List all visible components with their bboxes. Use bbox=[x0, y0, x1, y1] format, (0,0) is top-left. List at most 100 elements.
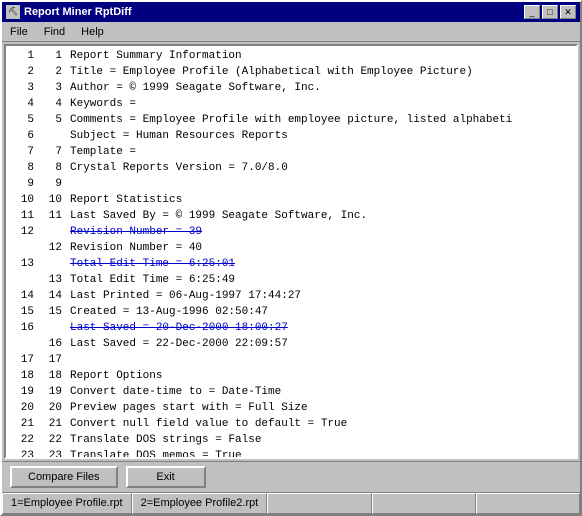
line-num-inner bbox=[38, 128, 62, 144]
menu-help[interactable]: Help bbox=[77, 25, 108, 39]
line-text: Report Statistics bbox=[70, 192, 182, 208]
line-num-outer: 10 bbox=[10, 192, 34, 208]
status-empty2 bbox=[372, 493, 476, 514]
menu-find[interactable]: Find bbox=[40, 25, 69, 39]
line-num-outer: 3 bbox=[10, 80, 34, 96]
line-num-inner: 19 bbox=[38, 384, 62, 400]
table-row: 1111Last Saved By = © 1999 Seagate Softw… bbox=[10, 208, 572, 224]
line-num-inner: 8 bbox=[38, 160, 62, 176]
status-file2: 2=Employee Profile2.rpt bbox=[132, 493, 268, 514]
line-num-outer bbox=[10, 336, 34, 352]
table-row: 1919 Convert date-time to = Date-Time bbox=[10, 384, 572, 400]
compare-files-button[interactable]: Compare Files bbox=[10, 466, 118, 488]
line-num-outer: 20 bbox=[10, 400, 34, 416]
line-num-inner: 11 bbox=[38, 208, 62, 224]
line-text: Keywords = bbox=[70, 96, 136, 112]
exit-button[interactable]: Exit bbox=[126, 466, 206, 488]
line-num-inner bbox=[38, 320, 62, 336]
line-num-inner bbox=[38, 256, 62, 272]
table-row: 12 Revision Number = 39 bbox=[10, 224, 572, 240]
table-row: 16 Last Saved = 20-Dec-2000 18:00:27 bbox=[10, 320, 572, 336]
title-bar: ⛏ Report Miner RptDiff _ □ ✕ bbox=[2, 2, 580, 22]
content-area: 11Report Summary Information22Title = Em… bbox=[4, 44, 578, 459]
line-text: Report Options bbox=[70, 368, 162, 384]
status-file1: 1=Employee Profile.rpt bbox=[2, 493, 132, 514]
text-viewport[interactable]: 11Report Summary Information22Title = Em… bbox=[6, 46, 576, 457]
line-num-inner bbox=[38, 224, 62, 240]
line-num-outer: 13 bbox=[10, 256, 34, 272]
table-row: 6 Subject = Human Resources Reports bbox=[10, 128, 572, 144]
window-title: Report Miner RptDiff bbox=[24, 6, 132, 18]
line-num-outer: 21 bbox=[10, 416, 34, 432]
line-num-outer: 4 bbox=[10, 96, 34, 112]
table-row: 88Crystal Reports Version = 7.0/8.0 bbox=[10, 160, 572, 176]
line-text: Revision Number = 40 bbox=[70, 240, 202, 256]
menu-bar: File Find Help bbox=[2, 22, 580, 42]
line-num-outer: 5 bbox=[10, 112, 34, 128]
line-num-outer: 19 bbox=[10, 384, 34, 400]
line-num-inner: 10 bbox=[38, 192, 62, 208]
table-row: 22Title = Employee Profile (Alphabetical… bbox=[10, 64, 572, 80]
maximize-button[interactable]: □ bbox=[542, 5, 558, 19]
line-text: Author = © 1999 Seagate Software, Inc. bbox=[70, 80, 321, 96]
line-num-outer: 16 bbox=[10, 320, 34, 336]
line-text: Total Edit Time = 6:25:01 bbox=[70, 256, 235, 272]
line-num-inner: 22 bbox=[38, 432, 62, 448]
table-row: 99 bbox=[10, 176, 572, 192]
line-num-inner: 7 bbox=[38, 144, 62, 160]
table-row: 2020Preview pages start with = Full Size bbox=[10, 400, 572, 416]
minimize-button[interactable]: _ bbox=[524, 5, 540, 19]
app-icon: ⛏ bbox=[6, 5, 20, 19]
line-num-outer bbox=[10, 272, 34, 288]
line-text: Subject = Human Resources Reports bbox=[70, 128, 288, 144]
close-button[interactable]: ✕ bbox=[560, 5, 576, 19]
table-row: 1010 Report Statistics bbox=[10, 192, 572, 208]
line-text: Preview pages start with = Full Size bbox=[70, 400, 308, 416]
title-buttons: _ □ ✕ bbox=[524, 5, 576, 19]
line-num-outer: 18 bbox=[10, 368, 34, 384]
line-num-outer: 17 bbox=[10, 352, 34, 368]
line-num-inner: 18 bbox=[38, 368, 62, 384]
line-num-inner: 9 bbox=[38, 176, 62, 192]
line-num-outer: 23 bbox=[10, 448, 34, 457]
table-row: 2121Convert null field value to default … bbox=[10, 416, 572, 432]
line-text: Template = bbox=[70, 144, 136, 160]
table-row: 11Report Summary Information bbox=[10, 48, 572, 64]
line-num-inner: 13 bbox=[38, 272, 62, 288]
table-row: 16Last Saved = 22-Dec-2000 22:09:57 bbox=[10, 336, 572, 352]
line-text: Title = Employee Profile (Alphabetical w… bbox=[70, 64, 473, 80]
table-row: 55Comments = Employee Profile with emplo… bbox=[10, 112, 572, 128]
line-num-inner: 2 bbox=[38, 64, 62, 80]
line-num-outer: 6 bbox=[10, 128, 34, 144]
status-empty1 bbox=[267, 493, 371, 514]
line-num-inner: 16 bbox=[38, 336, 62, 352]
line-num-outer: 11 bbox=[10, 208, 34, 224]
table-row: 1818 Report Options bbox=[10, 368, 572, 384]
line-num-outer: 14 bbox=[10, 288, 34, 304]
line-num-inner: 4 bbox=[38, 96, 62, 112]
line-num-outer: 15 bbox=[10, 304, 34, 320]
table-row: 2222Translate DOS strings = False bbox=[10, 432, 572, 448]
line-text: Convert date-time to = Date-Time bbox=[70, 384, 281, 400]
line-num-outer: 1 bbox=[10, 48, 34, 64]
line-num-inner: 23 bbox=[38, 448, 62, 457]
status-empty3 bbox=[476, 493, 580, 514]
table-row: 44 Keywords = bbox=[10, 96, 572, 112]
line-text: Convert null field value to default = Tr… bbox=[70, 416, 347, 432]
line-num-inner: 14 bbox=[38, 288, 62, 304]
status-bar: 1=Employee Profile.rpt 2=Employee Profil… bbox=[2, 492, 580, 514]
line-num-inner: 15 bbox=[38, 304, 62, 320]
table-row: 13 Total Edit Time = 6:25:49 bbox=[10, 272, 572, 288]
line-num-outer: 22 bbox=[10, 432, 34, 448]
line-num-outer: 12 bbox=[10, 224, 34, 240]
line-text: Comments = Employee Profile with employe… bbox=[70, 112, 512, 128]
line-text: Total Edit Time = 6:25:49 bbox=[70, 272, 235, 288]
menu-file[interactable]: File bbox=[6, 25, 32, 39]
line-num-inner: 12 bbox=[38, 240, 62, 256]
table-row: 2323Translate DOS memos = True bbox=[10, 448, 572, 457]
line-text: Revision Number = 39 bbox=[70, 224, 202, 240]
line-num-inner: 17 bbox=[38, 352, 62, 368]
line-text: Last Saved = 20-Dec-2000 18:00:27 bbox=[70, 320, 288, 336]
line-text: Report Summary Information bbox=[70, 48, 242, 64]
table-row: 13 Total Edit Time = 6:25:01 bbox=[10, 256, 572, 272]
